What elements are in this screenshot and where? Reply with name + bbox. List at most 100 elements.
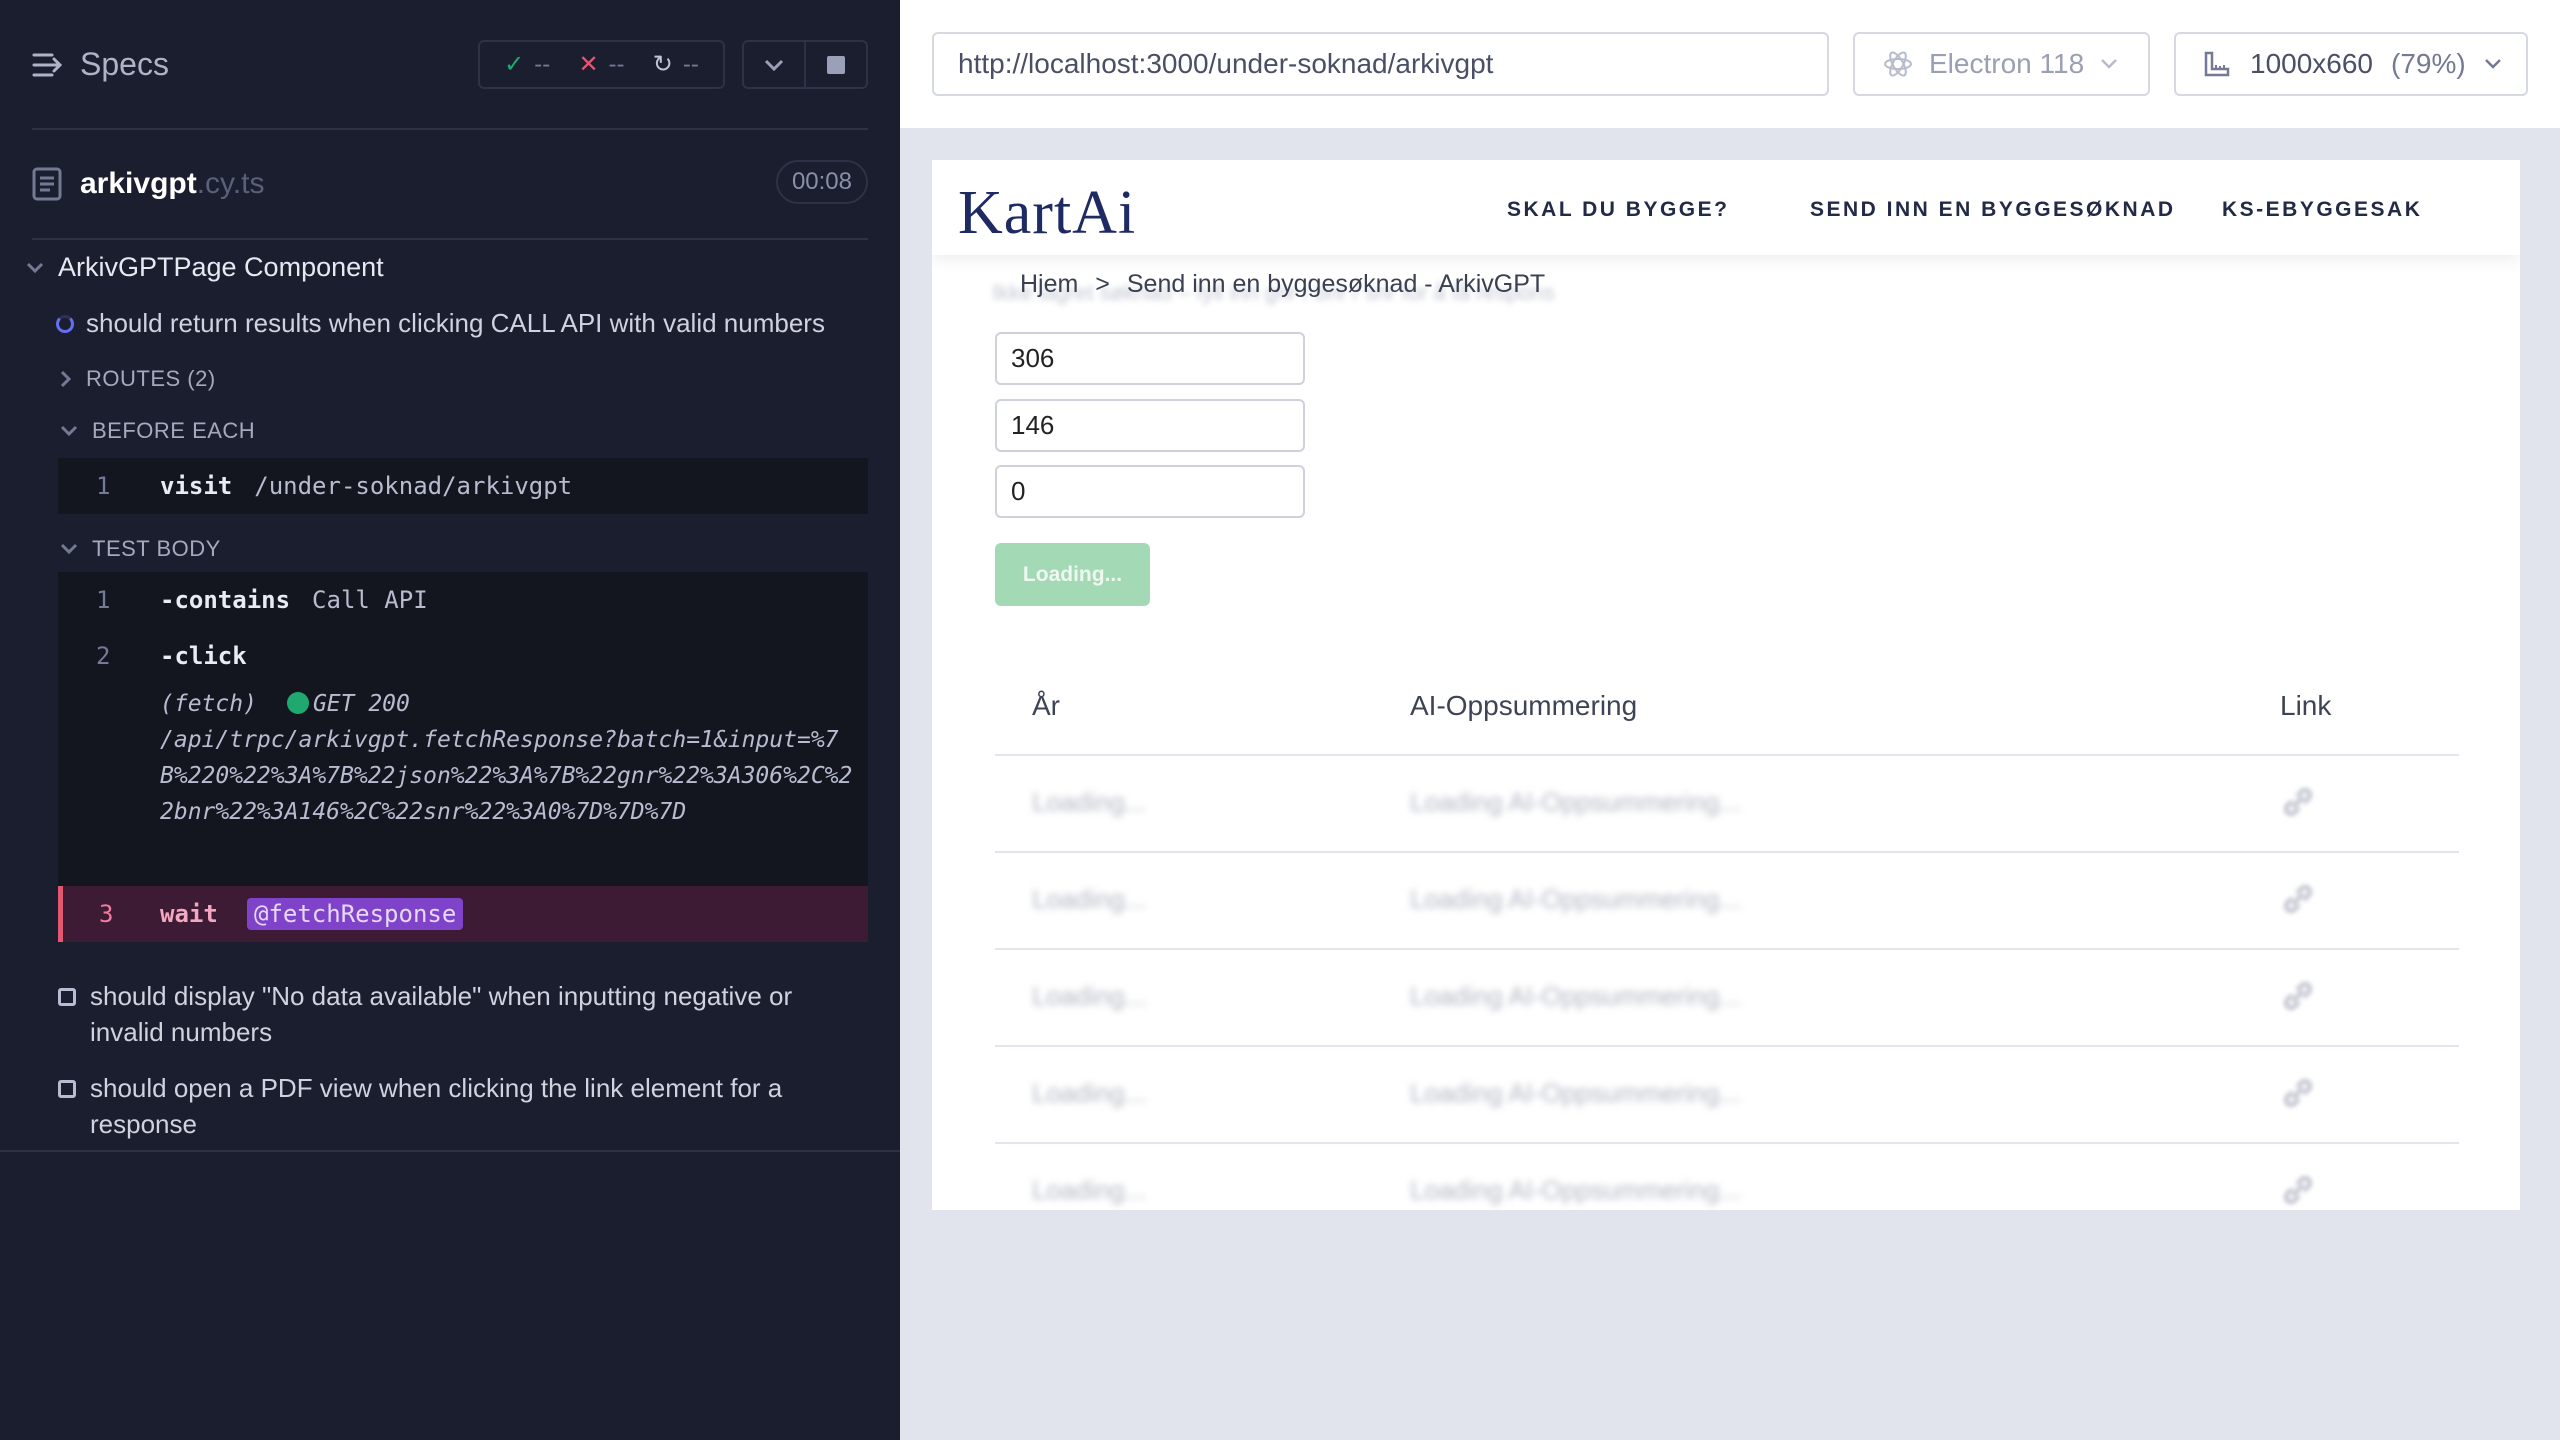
nav-send-inn-byggesoknad[interactable]: SEND INN EN BYGGESØKNAD (1810, 198, 2176, 222)
failed-stat: ✕ -- (578, 50, 624, 79)
pending-test-icon (58, 988, 76, 1006)
fetch-log-row[interactable]: (fetch) GET 200 /api/trpc/arkivgpt.fetchR… (58, 684, 868, 874)
chevron-down-icon (2101, 59, 2118, 69)
pending-stat: ↻ -- (653, 50, 699, 79)
pending-test[interactable]: should open a PDF view when clicking the… (58, 1070, 858, 1142)
browser-label: Electron 118 (1929, 48, 2085, 79)
specs-toggle-button[interactable]: Specs (32, 46, 169, 83)
before-each-toggle[interactable]: BEFORE EACH (60, 418, 255, 444)
summary-cell: Loading AI-Oppsummering... (1410, 1175, 1741, 1205)
routes-toggle[interactable]: ROUTES (2) (60, 366, 216, 392)
command-arg: Call API (312, 586, 428, 614)
passed-stat: ✓ -- (504, 50, 550, 79)
spec-file-ext: .cy.ts (196, 167, 265, 200)
url-bar[interactable]: http://localhost:3000/under-soknad/arkiv… (932, 32, 1829, 96)
summary-cell: Loading AI-Oppsummering... (1410, 787, 1741, 817)
document-icon (32, 167, 62, 201)
chevron-down-icon (60, 543, 78, 555)
run-controls (742, 40, 868, 89)
year-cell: Loading... (1032, 1175, 1147, 1205)
fetch-url: /api/trpc/arkivgpt.fetchResponse?batch=1… (160, 727, 853, 825)
run-timer: 00:08 (775, 160, 868, 204)
routes-label: ROUTES (2) (86, 366, 216, 391)
link-icon[interactable] (2280, 978, 2316, 1019)
spec-file-row: arkivgpt .cy.ts 00:08 (32, 160, 868, 208)
column-header-year: År (1032, 690, 1060, 721)
reporter-header: Specs ✓ -- ✕ -- ↻ -- (0, 0, 900, 130)
file-divider (32, 238, 868, 240)
breadcrumb-separator: > (1095, 270, 1110, 298)
app-frame: KartAi SKAL DU BYGGE? SEND INN EN BYGGES… (932, 160, 2520, 1210)
command-number: 1 (96, 586, 111, 614)
x-icon: ✕ (578, 51, 599, 78)
command-name: -contains (160, 586, 291, 614)
table-row-divider (995, 1142, 2459, 1144)
running-spinner-icon (56, 314, 74, 333)
year-cell: Loading... (1032, 1078, 1147, 1108)
pending-test[interactable]: should display "No data available" when … (58, 978, 858, 1050)
gnr-input[interactable]: 306 (995, 332, 1305, 385)
running-test[interactable]: should return results when clicking CALL… (56, 308, 825, 339)
breadcrumb-home[interactable]: Hjem (1020, 270, 1078, 298)
command-arg: /under-soknad/arkivgpt (254, 472, 573, 500)
suite-name: ArkivGPTPage Component (58, 252, 384, 282)
year-cell: Loading... (1032, 787, 1147, 817)
command-number: 1 (96, 472, 111, 500)
command-name: visit (160, 472, 233, 500)
specs-list-icon (32, 53, 62, 76)
table-row-divider (995, 948, 2459, 950)
passed-count: -- (534, 50, 551, 78)
stop-button[interactable] (804, 42, 866, 87)
pending-icon: ↻ (652, 51, 673, 78)
command-number: 3 (99, 900, 114, 928)
viewport-selector[interactable]: 1000x660 (79%) (2174, 32, 2528, 96)
command-number: 2 (96, 642, 111, 670)
nav-ks-ebyggesak[interactable]: KS-EBYGGESAK (2222, 198, 2422, 222)
kartai-logo[interactable]: KartAi (958, 178, 1136, 249)
aut-panel: http://localhost:3000/under-soknad/arkiv… (900, 0, 2560, 1440)
bnr-input[interactable]: 146 (995, 399, 1305, 452)
check-icon: ✓ (504, 51, 525, 78)
table-header-divider (995, 754, 2459, 756)
call-api-button[interactable]: Loading... (995, 543, 1150, 606)
suite-title[interactable]: ArkivGPTPage Component (26, 252, 384, 283)
nav-skal-du-bygge[interactable]: SKAL DU BYGGE? (1507, 198, 1729, 222)
table-row-divider (995, 1045, 2459, 1047)
breadcrumb-current: Send inn en byggesøknad - ArkivGPT (1126, 270, 1546, 298)
year-cell: Loading... (1032, 981, 1147, 1011)
column-header-summary: AI-Oppsummering (1410, 690, 1638, 721)
link-icon[interactable] (2280, 784, 2316, 825)
collapse-button[interactable] (744, 42, 804, 87)
year-cell: Loading... (1032, 884, 1147, 914)
fetch-status: GET 200 (312, 691, 410, 717)
ruler-icon (2204, 51, 2230, 77)
snr-input[interactable]: 0 (995, 465, 1305, 518)
command-name: wait (160, 900, 218, 928)
link-icon[interactable] (2280, 881, 2316, 922)
test-body-toggle[interactable]: TEST BODY (60, 536, 221, 562)
fetch-prefix: (fetch) (160, 691, 257, 717)
wait-command-row[interactable]: 3 wait @fetchResponse (58, 886, 868, 942)
browser-selector[interactable]: Electron 118 (1853, 32, 2150, 96)
viewport-size: 1000x660 (2250, 48, 2374, 79)
specs-label: Specs (80, 46, 169, 82)
pending-test-icon (58, 1080, 76, 1098)
command-row[interactable]: 1 -contains Call API (58, 572, 868, 628)
command-row[interactable]: 1 visit/under-soknad/arkivgpt (58, 458, 868, 514)
app-navbar: KartAi SKAL DU BYGGE? SEND INN EN BYGGES… (932, 160, 2520, 255)
link-icon[interactable] (2280, 1172, 2316, 1210)
link-icon[interactable] (2280, 1075, 2316, 1116)
stop-icon (827, 55, 845, 74)
before-each-commands: 1 visit/under-soknad/arkivgpt (58, 458, 868, 514)
breadcrumb: Hjem > Send inn en byggesøknad - ArkivGP… (1020, 270, 1545, 299)
aut-toolbar: http://localhost:3000/under-soknad/arkiv… (900, 0, 2560, 128)
pending-test-label: should open a PDF view when clicking the… (90, 1073, 783, 1139)
command-row[interactable]: 2 -click (58, 628, 868, 684)
summary-cell: Loading AI-Oppsummering... (1410, 1078, 1741, 1108)
spec-file-name: arkivgpt (80, 167, 197, 200)
header-divider (32, 128, 868, 130)
status-dot-icon (286, 692, 309, 714)
summary-cell: Loading AI-Oppsummering... (1410, 884, 1741, 914)
pending-count: -- (682, 50, 699, 78)
pending-test-label: should display "No data available" when … (90, 981, 793, 1047)
